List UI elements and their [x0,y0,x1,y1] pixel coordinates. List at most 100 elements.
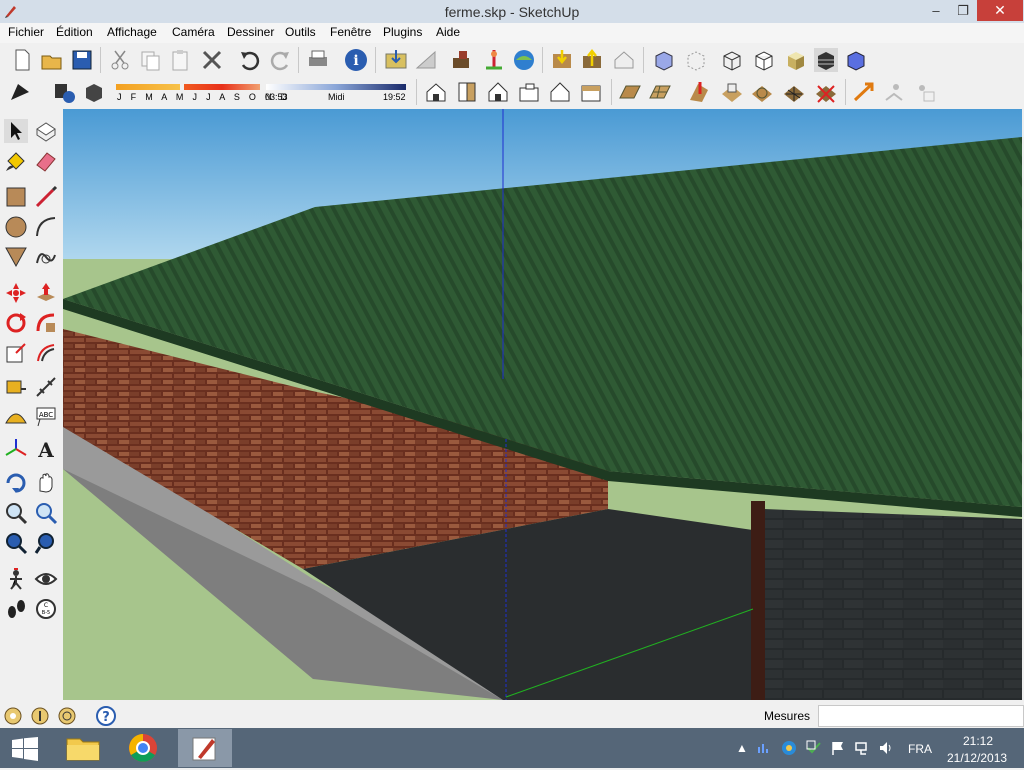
push-pull-icon[interactable] [34,281,58,305]
get-models-icon[interactable] [384,48,408,72]
wireframe-icon[interactable] [720,48,744,72]
minimize-button[interactable]: – [922,0,950,21]
eraser-icon[interactable] [34,149,58,173]
get-models-3dwarehouse-icon[interactable] [580,48,604,72]
taskbar-file-explorer[interactable] [56,729,110,767]
back-view-icon[interactable] [548,80,572,104]
back-edges-icon[interactable] [684,48,708,72]
add-location-icon[interactable] [482,48,506,72]
menu-dessiner[interactable]: Dessiner [227,25,274,39]
protractor-icon[interactable] [4,405,28,429]
copy-icon[interactable] [138,48,162,72]
pan-icon[interactable] [34,471,58,495]
help-icon[interactable]: ? [96,706,116,726]
solid-trim-icon[interactable] [912,80,936,104]
user-account-icon[interactable] [58,707,76,725]
menu-outils[interactable]: Outils [285,25,316,39]
arc-icon[interactable] [34,215,58,239]
3d-text-icon[interactable]: A [34,437,58,461]
make-component-icon[interactable] [34,119,58,143]
clock-date[interactable]: 21/12/2013 [947,751,1007,765]
monochrome-icon[interactable] [844,48,868,72]
measurements-input[interactable] [818,705,1024,727]
style-icon[interactable] [8,80,32,104]
volume-icon[interactable] [878,740,894,756]
solid-subtract-icon[interactable] [882,80,906,104]
xray-icon[interactable] [652,48,676,72]
move-icon[interactable] [4,281,28,305]
tape-measure-icon[interactable] [4,375,28,399]
sandbox-from-contours-icon[interactable] [618,80,642,104]
stamp-icon[interactable] [720,80,744,104]
flip-edge-icon[interactable] [814,80,838,104]
restore-button[interactable]: ❐ [949,0,977,21]
zoom-icon[interactable] [4,501,28,525]
front-view-icon[interactable] [486,80,510,104]
credits-icon[interactable] [31,707,49,725]
look-around-icon[interactable] [34,567,58,591]
toggle-terrain-icon[interactable] [512,48,536,72]
select-icon[interactable] [4,119,28,143]
orbit-icon[interactable] [4,471,28,495]
text-icon[interactable]: ABC [34,405,58,429]
paste-icon[interactable] [168,48,192,72]
security-icon[interactable] [781,740,797,756]
export-model-icon[interactable] [612,48,636,72]
rotate-icon[interactable] [4,311,28,335]
menu-fichier[interactable]: Fichier [8,25,44,39]
close-button[interactable]: ✕ [977,0,1023,21]
rectangle-icon[interactable] [4,185,28,209]
network-activity-icon[interactable] [757,741,771,755]
iso-view-icon[interactable] [424,80,448,104]
network-icon[interactable] [854,740,870,756]
open-icon[interactable] [40,48,64,72]
top-view-icon[interactable] [455,80,479,104]
position-camera-icon[interactable] [4,567,28,591]
hidden-line-icon[interactable] [752,48,776,72]
drape-icon[interactable] [750,80,774,104]
left-view-icon[interactable] [579,80,603,104]
share-component-icon[interactable] [450,48,474,72]
freehand-icon[interactable] [34,245,58,269]
line-icon[interactable] [34,185,58,209]
solid-union-icon[interactable] [852,80,876,104]
follow-me-icon[interactable] [34,311,58,335]
shadow-toggle-icon[interactable] [82,80,106,104]
undo-icon[interactable] [238,48,262,72]
windows-start-icon[interactable] [12,737,38,761]
photo-textures-icon[interactable] [550,48,574,72]
shaded-icon[interactable] [784,48,808,72]
menu-affichage[interactable]: Affichage [107,25,157,39]
show-hidden-icons-icon[interactable]: ▲ [736,741,748,755]
sandbox-from-scratch-icon[interactable] [648,80,672,104]
scale-icon[interactable] [4,341,28,365]
taskbar-sketchup[interactable] [178,729,232,767]
dimension-icon[interactable] [34,375,58,399]
action-center-icon[interactable] [806,740,822,756]
clock-time[interactable]: 21:12 [963,734,993,748]
circle-icon[interactable] [4,215,28,239]
shaded-textures-icon[interactable] [814,48,838,72]
drawing-viewport[interactable] [63,109,1022,700]
paint-bucket-icon[interactable] [4,149,28,173]
previous-view-icon[interactable] [34,531,58,555]
print-icon[interactable] [306,48,330,72]
input-language[interactable]: FRA [908,742,932,756]
menu-camera[interactable]: Caméra [172,25,215,39]
shadows-info-icon[interactable] [52,80,76,104]
flag-icon[interactable] [830,740,846,756]
save-icon[interactable] [70,48,94,72]
polygon-icon[interactable] [4,245,28,269]
model-info-icon[interactable]: i [344,48,368,72]
cut-icon[interactable] [108,48,132,72]
walk-icon[interactable] [4,597,28,621]
share-model-icon[interactable] [414,48,438,72]
axes-icon[interactable] [4,437,28,461]
smoove-icon[interactable] [688,80,712,104]
geo-location-icon[interactable] [4,707,22,725]
zoom-extents-icon[interactable] [4,531,28,555]
offset-icon[interactable] [34,341,58,365]
taskbar-chrome[interactable] [116,729,170,767]
new-icon[interactable] [10,48,34,72]
zoom-window-icon[interactable] [34,501,58,525]
